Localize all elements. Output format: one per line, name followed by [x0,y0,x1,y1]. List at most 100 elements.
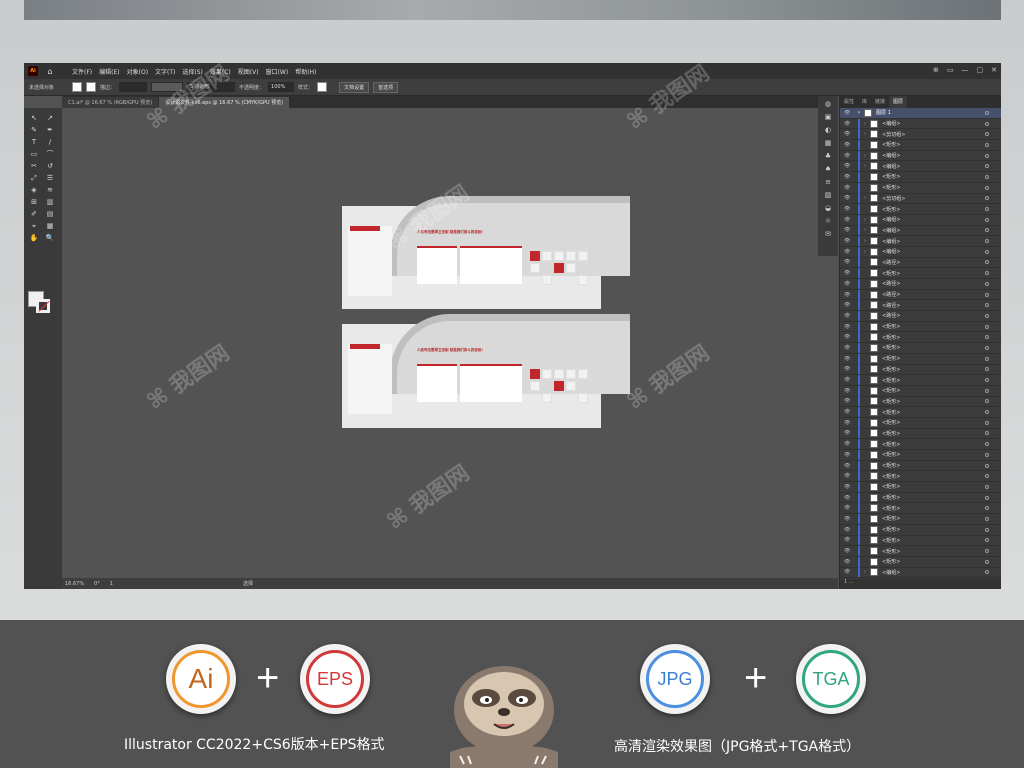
layer-row[interactable]: 👁 <矩形> [840,471,1001,483]
visibility-eye-icon[interactable]: 👁 [844,163,854,169]
layer-row[interactable]: 👁 <矩形> [840,513,1001,525]
target-circle-icon[interactable] [985,559,989,564]
visibility-eye-icon[interactable]: 👁 [844,345,854,351]
visibility-eye-icon[interactable]: 👁 [844,463,854,469]
visibility-eye-icon[interactable]: 👁 [844,324,854,330]
artboard-bottom[interactable]: 人民司法要捍卫法制 就是我们奋斗的目标！ [342,314,630,428]
layer-row[interactable]: 👁 <矩形> [840,481,1001,493]
target-circle-icon[interactable] [985,324,989,329]
target-circle-icon[interactable] [985,110,989,115]
visibility-eye-icon[interactable]: 👁 [844,292,854,298]
target-circle-icon[interactable] [985,538,989,543]
artboard-top[interactable]: 人民司法要捍卫法制 就是我们奋斗的目标！ [342,196,630,309]
layer-row[interactable]: 👁 <矩形> [840,353,1001,365]
gradient-tool-icon[interactable]: ▥ [44,197,56,207]
appearance-panel-icon[interactable]: ☼ [823,217,833,226]
layer-row[interactable]: 👁 <矩形> [840,268,1001,279]
visibility-eye-icon[interactable]: 👁 [844,377,854,383]
visibility-eye-icon[interactable]: 👁 [844,495,854,501]
visibility-eye-icon[interactable]: 👁 [844,569,854,575]
preferences-button[interactable]: 首选项 [373,81,399,93]
visibility-eye-icon[interactable]: 👁 [844,195,854,201]
layer-row[interactable]: 👁 › <编组> [840,246,1001,258]
layer-row[interactable]: 👁 <路径> [840,278,1001,290]
paintbrush-tool-icon[interactable]: ⌒ [44,149,56,159]
visibility-eye-icon[interactable]: 👁 [844,217,854,223]
layer-row[interactable]: 👁 <矩形> [840,503,1001,515]
symbol-sprayer-tool-icon[interactable]: ⌖ [28,221,40,231]
visibility-eye-icon[interactable]: 👁 [844,548,854,554]
scissors-tool-icon[interactable]: ✂ [28,161,40,171]
layer-row[interactable]: 👁 <矩形> [840,556,1001,568]
color-panel-icon[interactable]: ◐ [823,126,833,135]
fill-swatch[interactable] [72,82,83,92]
visibility-eye-icon[interactable]: 👁 [844,441,854,447]
target-circle-icon[interactable] [985,506,989,511]
target-circle-icon[interactable] [985,153,989,158]
perspective-tool-icon[interactable]: ≋ [44,185,56,195]
visibility-eye-icon[interactable]: 👁 [844,356,854,362]
tab-layers[interactable]: 图层 [889,96,908,108]
target-circle-icon[interactable] [985,335,989,340]
expand-chevron-icon[interactable]: › [860,121,870,127]
search-icon[interactable]: ⊕ [933,66,939,74]
visibility-eye-icon[interactable]: 👁 [844,388,854,394]
gradient-panel-icon[interactable]: ▨ [823,191,833,200]
target-circle-icon[interactable] [985,474,989,479]
expand-chevron-icon[interactable]: › [860,227,870,233]
target-circle-icon[interactable] [985,292,989,297]
visibility-eye-icon[interactable]: 👁 [844,110,854,116]
target-circle-icon[interactable] [985,431,989,436]
visibility-eye-icon[interactable]: 👁 [844,281,854,287]
target-circle-icon[interactable] [985,132,989,137]
layer-row[interactable]: 👁 <路径> [840,300,1001,312]
eyedropper-tool-icon[interactable]: ✐ [28,209,40,219]
visibility-eye-icon[interactable]: 👁 [844,527,854,533]
layer-row[interactable]: 👁 <矩形> [840,204,1001,215]
layer-row[interactable]: 👁 <矩形> [840,342,1001,354]
visibility-eye-icon[interactable]: 👁 [844,174,854,180]
stroke-color-box[interactable] [36,299,50,313]
visibility-eye-icon[interactable]: 👁 [844,473,854,479]
expand-chevron-icon[interactable]: ▾ [854,110,864,116]
layer-row[interactable]: 👁 <矩形> [840,182,1001,194]
shape-builder-tool-icon[interactable]: ◈ [28,185,40,195]
layer-row[interactable]: 👁 <矩形> [840,524,1001,536]
menu-object[interactable]: 对象(O) [127,67,148,76]
target-circle-icon[interactable] [985,420,989,425]
visibility-eye-icon[interactable]: 👁 [844,206,854,212]
transparency-panel-icon[interactable]: ◒ [823,204,833,213]
visibility-eye-icon[interactable]: 👁 [844,430,854,436]
layer-row[interactable]: 👁 <矩形> [840,364,1001,376]
target-circle-icon[interactable] [985,367,989,372]
layer-row[interactable]: 👁 › <剪切组> [840,129,1001,141]
layer-row[interactable]: 👁 <矩形> [840,321,1001,333]
stroke-panel-icon[interactable]: ≡ [823,178,833,187]
menu-help[interactable]: 帮助(H) [295,67,316,76]
target-circle-icon[interactable] [985,388,989,393]
mesh-tool-icon[interactable]: ⊞ [28,197,40,207]
stroke-weight-input[interactable] [119,82,148,92]
artboard-number[interactable]: 1 [110,581,113,587]
layer-row[interactable]: 👁 <矩形> [840,535,1001,547]
opacity-input[interactable]: 100% [268,82,295,92]
expand-chevron-icon[interactable]: › [860,163,870,169]
layer-row[interactable]: 👁 <矩形> [840,396,1001,408]
expand-chevron-icon[interactable]: › [860,249,870,255]
visibility-eye-icon[interactable]: 👁 [844,398,854,404]
rotate-angle[interactable]: 0° [94,581,100,587]
selection-tool-icon[interactable]: ↖ [28,113,40,123]
visibility-eye-icon[interactable]: 👁 [844,559,854,565]
maximize-icon[interactable]: ▢ [977,66,984,74]
direct-selection-tool-icon[interactable]: ↗ [44,113,56,123]
layer-row[interactable]: 👁 <矩形> [840,492,1001,504]
menu-window[interactable]: 窗口(W) [266,67,289,76]
layer-row[interactable]: 👁 <路径> [840,289,1001,301]
expand-chevron-icon[interactable]: › [860,217,870,223]
target-circle-icon[interactable] [985,495,989,500]
target-circle-icon[interactable] [985,484,989,489]
tab-links[interactable]: 链接 [871,96,889,108]
layer-row[interactable]: 👁 › <编组> [840,214,1001,226]
target-circle-icon[interactable] [985,217,989,222]
style-swatch[interactable] [317,82,328,92]
